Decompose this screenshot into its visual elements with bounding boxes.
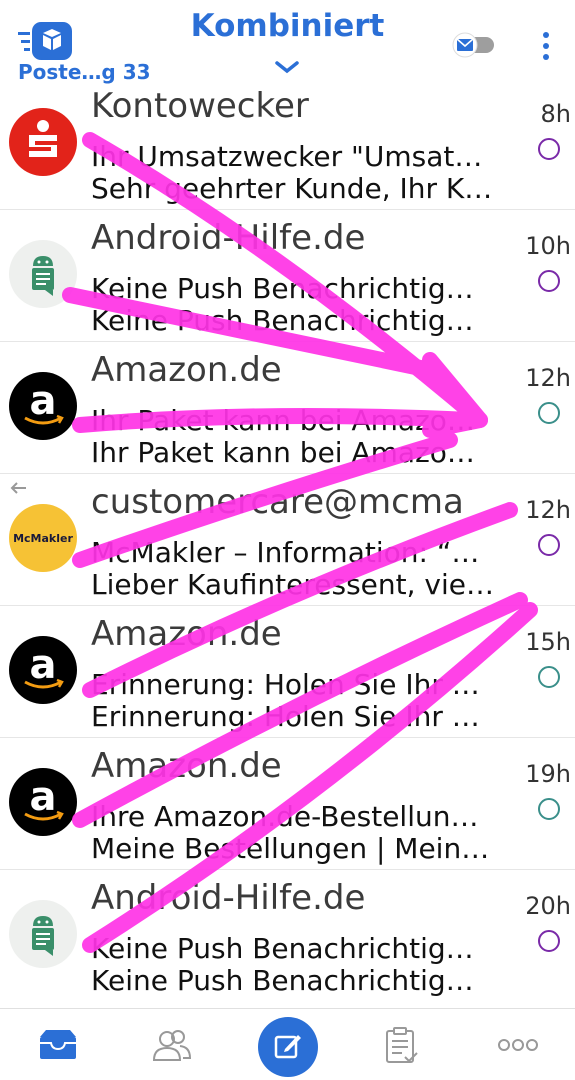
compose-button[interactable] (258, 1017, 318, 1077)
email-time: 10h (525, 232, 571, 260)
email-sender: Android-Hilfe.de (91, 878, 366, 918)
android-hilfe-logo (9, 240, 77, 308)
email-subject: Keine Push Benachrichtig… (91, 272, 474, 305)
nav-contacts[interactable] (142, 1009, 202, 1080)
email-time: 8h (540, 100, 571, 128)
svg-text:a: a (30, 642, 57, 688)
amazon-logo: a (9, 372, 77, 440)
email-row[interactable]: a Amazon.de Ihr Paket kann bei Amazo… Ih… (0, 342, 575, 474)
email-time: 19h (525, 760, 571, 788)
replied-icon (10, 482, 26, 494)
amazon-logo: a (9, 636, 77, 704)
email-time: 15h (525, 628, 571, 656)
email-time: 12h (525, 364, 571, 392)
email-subject: Erinnerung: Holen Sie Ihr … (91, 668, 480, 701)
mail-toggle-icon[interactable] (452, 30, 496, 60)
email-preview: Meine Bestellungen | Mein… (91, 832, 490, 865)
email-row[interactable]: Kontowecker Ihr Umsatzwecker "Umsat… Seh… (0, 78, 575, 210)
email-subject: Ihr Umsatzwecker "Umsat… (91, 140, 483, 173)
more-icon (498, 1039, 538, 1051)
email-preview: Keine Push Benachrichtig… (91, 964, 474, 997)
read-indicator[interactable] (538, 798, 560, 820)
email-row[interactable]: Android-Hilfe.de Keine Push Benachrichti… (0, 210, 575, 342)
svg-text:McMakler: McMakler (13, 532, 73, 545)
nav-inbox[interactable] (28, 1009, 88, 1080)
email-subject: Ihre Amazon.de-Bestellun… (91, 800, 479, 833)
email-sender: Android-Hilfe.de (91, 218, 366, 258)
email-time: 12h (525, 496, 571, 524)
sparkasse-logo (9, 108, 77, 176)
email-row[interactable]: a Amazon.de Ihre Amazon.de-Bestellun… Me… (0, 738, 575, 870)
unread-indicator[interactable] (538, 930, 560, 952)
email-row[interactable]: McMakler customercare@mcma McMakler – In… (0, 474, 575, 606)
email-preview: Sehr geehrter Kunde, Ihr K… (91, 172, 493, 205)
email-preview: Ihr Paket kann bei Amazo… (91, 436, 475, 469)
svg-text:a: a (30, 378, 57, 424)
chevron-down-icon[interactable] (274, 58, 300, 76)
email-preview: Lieber Kaufinteressent, vie… (91, 568, 495, 601)
unread-indicator[interactable] (538, 270, 560, 292)
contacts-icon (152, 1030, 192, 1061)
email-row[interactable]: Android-Hilfe.de Keine Push Benachrichti… (0, 870, 575, 1002)
email-list: Kontowecker Ihr Umsatzwecker "Umsat… Seh… (0, 78, 575, 1002)
unread-indicator[interactable] (538, 138, 560, 160)
inbox-icon (40, 1030, 76, 1059)
email-row[interactable]: a Amazon.de Erinnerung: Holen Sie Ihr … … (0, 606, 575, 738)
email-time: 20h (525, 892, 571, 920)
email-subject: Ihr Paket kann bei Amazo… (91, 404, 475, 437)
nav-tasks[interactable] (372, 1009, 432, 1080)
nav-more[interactable] (488, 1009, 548, 1080)
read-indicator[interactable] (538, 666, 560, 688)
amazon-logo: a (9, 768, 77, 836)
app-header: Poste…g 33 Kombiniert (0, 0, 575, 90)
android-hilfe-logo (9, 900, 77, 968)
unread-indicator[interactable] (538, 534, 560, 556)
email-subject: Keine Push Benachrichtig… (91, 932, 474, 965)
email-sender: Kontowecker (91, 86, 309, 126)
overflow-menu-icon[interactable] (536, 30, 556, 62)
compose-icon (274, 1035, 301, 1059)
email-sender: Amazon.de (91, 350, 282, 390)
svg-text:a: a (30, 774, 57, 820)
email-preview: Keine Push Benachrichtig… (91, 304, 474, 337)
email-preview: Erinnerung: Holen Sie Ihr … (91, 700, 480, 733)
email-sender: customercare@mcma (91, 482, 464, 522)
email-subject: McMakler – Information: “… (91, 536, 480, 569)
email-sender: Amazon.de (91, 746, 282, 786)
read-indicator[interactable] (538, 402, 560, 424)
tasks-icon (386, 1027, 418, 1063)
bottom-nav (0, 1008, 575, 1080)
mcmakler-logo: McMakler (9, 504, 77, 572)
email-sender: Amazon.de (91, 614, 282, 654)
